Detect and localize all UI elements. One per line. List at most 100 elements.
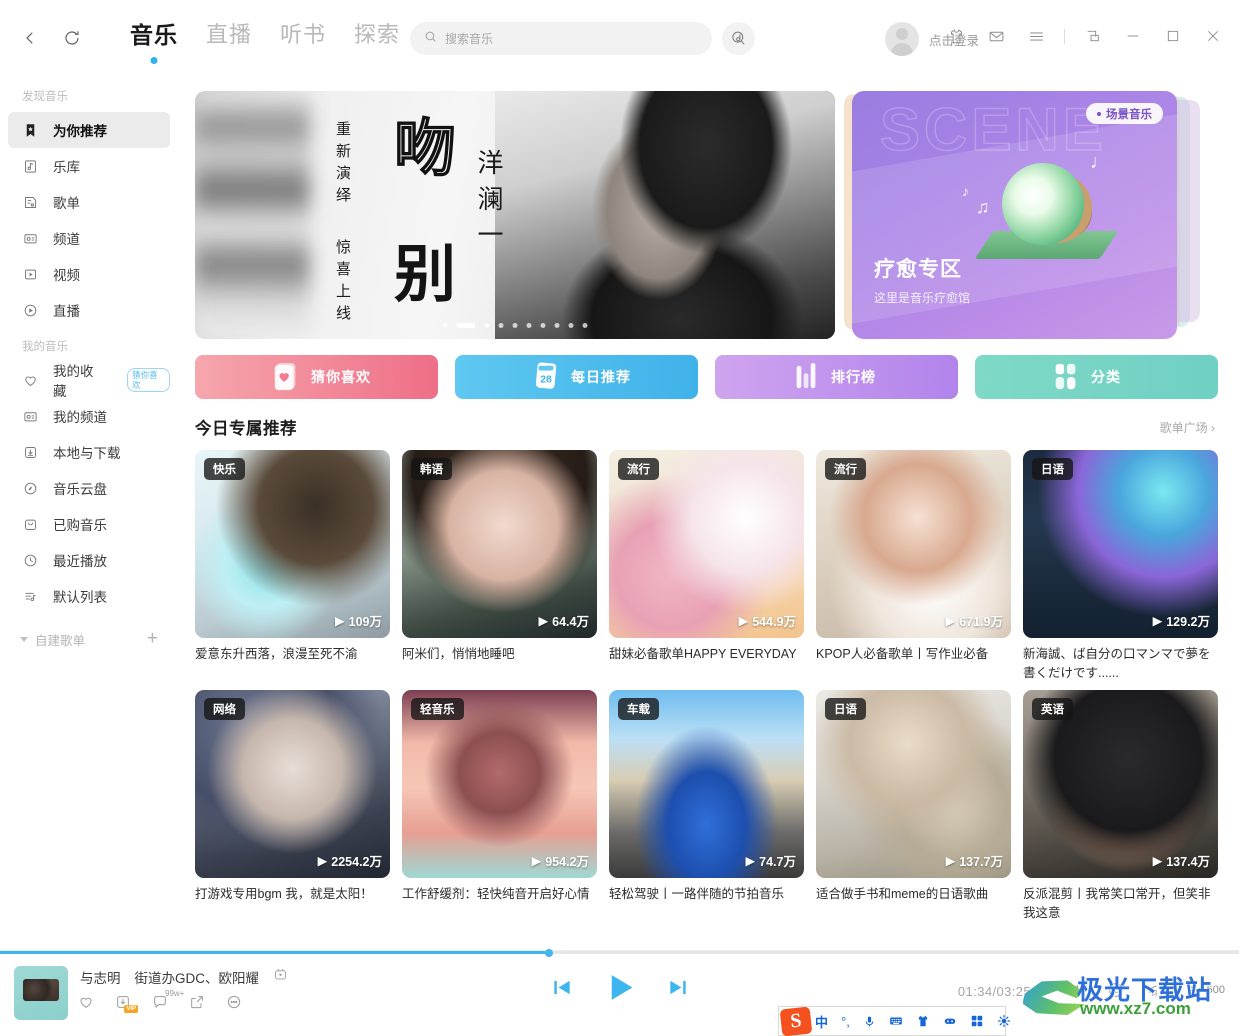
quick-action-categories[interactable]: 分类 xyxy=(975,355,1218,399)
sidebar-item-purchased[interactable]: 已购音乐 xyxy=(8,506,170,542)
sogou-logo-icon[interactable]: S xyxy=(779,1006,813,1036)
playlist-card[interactable]: 网络 ▶ 2254.2万 打游戏专用bgm 我，就是太阳！ xyxy=(195,690,390,923)
playlist-cover[interactable]: 日语 ▶ 137.7万 xyxy=(816,690,1011,878)
menu-icon[interactable] xyxy=(1024,24,1048,48)
now-playing-cover[interactable] xyxy=(14,966,68,1020)
banner-subtitle-1: 重新演绎 xyxy=(334,121,350,209)
banner-dot[interactable] xyxy=(568,323,574,328)
plus-icon[interactable]: + xyxy=(147,629,158,648)
banner-dot[interactable] xyxy=(512,323,518,328)
lyrics-icon[interactable]: 词 xyxy=(1147,981,1165,999)
search-input[interactable]: 搜索音乐 xyxy=(410,22,712,55)
mv-icon[interactable] xyxy=(273,967,288,987)
ime-punctuation[interactable]: °, xyxy=(841,1014,850,1029)
voice-search-icon[interactable] xyxy=(722,22,755,55)
comment-button[interactable]: 99w+ xyxy=(152,989,184,1010)
banner-dot[interactable] xyxy=(526,323,532,328)
hero-banner[interactable]: 重新演绎 惊喜上线 吻 别 洋澜一 xyxy=(195,91,835,339)
playlist-card[interactable]: 韩语 ▶ 64.4万 阿米们，悄悄地睡吧 xyxy=(402,450,597,683)
progress-bar[interactable] xyxy=(0,949,1239,957)
avatar[interactable] xyxy=(885,22,919,56)
playlist-cover[interactable]: 车载 ▶ 74.7万 xyxy=(609,690,804,878)
quick-action-daily-recommend[interactable]: 28 每日推荐 xyxy=(455,355,698,399)
next-icon[interactable] xyxy=(666,976,689,999)
maximize-icon[interactable] xyxy=(1161,24,1185,48)
banner-dot[interactable] xyxy=(582,323,588,328)
tab-explore[interactable]: 探索 xyxy=(354,20,400,50)
favorite-button[interactable] xyxy=(78,994,94,1010)
playlist-plaza-link[interactable]: 歌单广场 › xyxy=(1160,419,1215,436)
playlist-cover[interactable]: 轻音乐 ▶ 954.2万 xyxy=(402,690,597,878)
banner-dot[interactable] xyxy=(498,323,504,328)
mail-icon[interactable] xyxy=(984,24,1008,48)
playlist-card[interactable]: 英语 ▶ 137.4万 反派混剪丨我常笑口常开，但笑非我这意 xyxy=(1023,690,1218,923)
previous-icon[interactable] xyxy=(550,976,573,999)
loop-one-icon[interactable]: 1 xyxy=(1107,981,1125,999)
ime-mode-chinese[interactable]: 中 xyxy=(815,1012,828,1031)
keyboard-icon[interactable] xyxy=(889,1014,903,1028)
shirt-icon[interactable] xyxy=(944,24,968,48)
share-button[interactable] xyxy=(189,994,205,1010)
playlist-card[interactable]: 车载 ▶ 74.7万 轻松驾驶丨一路伴随的节拍音乐 xyxy=(609,690,804,923)
playback-controls xyxy=(550,971,689,1004)
playlist-cover[interactable]: 流行 ▶ 671.9万 xyxy=(816,450,1011,638)
playlist-cover[interactable]: 韩语 ▶ 64.4万 xyxy=(402,450,597,638)
playlist-cover[interactable]: 快乐 ▶ 109万 xyxy=(195,450,390,638)
sidebar-item-channel[interactable]: 频道 xyxy=(8,220,170,256)
sidebar-item-favorites[interactable]: 我的收藏 猜你喜欢 xyxy=(8,362,170,399)
download-vip-button[interactable]: VIP xyxy=(115,994,138,1013)
sidebar-item-for-you[interactable]: 为你推荐 xyxy=(8,112,170,148)
sidebar-item-library[interactable]: 乐库 xyxy=(8,148,170,184)
sidebar-item-my-channel[interactable]: 我的频道 xyxy=(8,398,170,434)
settings-icon[interactable] xyxy=(997,1014,1011,1028)
volume-icon[interactable] xyxy=(1068,982,1085,999)
tab-audiobook[interactable]: 听书 xyxy=(280,20,326,50)
playlist-card[interactable]: 流行 ▶ 671.9万 KPOP人必备歌单丨写作业必备 xyxy=(816,450,1011,683)
playlist-cover[interactable]: 日语 ▶ 129.2万 xyxy=(1023,450,1218,638)
quick-action-ranking[interactable]: 排行榜 xyxy=(715,355,958,399)
banner-pagination[interactable] xyxy=(442,323,588,328)
banner-dot[interactable] xyxy=(484,323,490,328)
more-button[interactable] xyxy=(226,994,242,1010)
mini-window-icon[interactable] xyxy=(1081,24,1105,48)
playlist-card[interactable]: 轻音乐 ▶ 954.2万 工作舒缓剂：轻快纯音开启好心情 xyxy=(402,690,597,923)
sidebar-item-cloud[interactable]: 音乐云盘 xyxy=(8,470,170,506)
tab-music[interactable]: 音乐 xyxy=(130,20,178,64)
chevron-left-icon[interactable] xyxy=(18,26,42,50)
sidebar-item-channel-label: 频道 xyxy=(53,232,80,247)
sidebar-item-live[interactable]: 直播 xyxy=(8,292,170,328)
progress-handle[interactable] xyxy=(545,949,554,957)
banner-dot[interactable] xyxy=(540,323,546,328)
banner-dot[interactable] xyxy=(442,323,448,328)
banner-dot[interactable] xyxy=(554,323,560,328)
banner-title-char-2: 别 xyxy=(384,241,452,303)
quick-action-guess-you-like[interactable]: 猜你喜欢 xyxy=(195,355,438,399)
custom-playlists-header[interactable]: 自建歌单 + xyxy=(0,622,178,656)
playlist-cover[interactable]: 流行 ▶ 544.9万 xyxy=(609,450,804,638)
banner-dot-active[interactable] xyxy=(456,323,476,328)
minimize-icon[interactable] xyxy=(1121,24,1145,48)
sidebar-item-local-downloads[interactable]: 本地与下载 xyxy=(8,434,170,470)
refresh-icon[interactable] xyxy=(60,26,84,50)
close-icon[interactable] xyxy=(1201,24,1225,48)
playlist-card[interactable]: 日语 ▶ 137.7万 适合做手书和meme的日语歌曲 xyxy=(816,690,1011,923)
apps-icon[interactable] xyxy=(970,1014,984,1028)
playlist-card[interactable]: 日语 ▶ 129.2万 新海誠、ば自分の口マンマで夢を書くだけです...... xyxy=(1023,450,1218,683)
mic-icon[interactable] xyxy=(863,1015,876,1028)
sidebar-item-default-list[interactable]: 默认列表 xyxy=(8,578,170,614)
scene-banner[interactable]: SCENE 场景音乐 ♩ ♪ ♫ 疗愈专区 这里是音乐疗愈馆 xyxy=(852,91,1177,339)
playlist-card[interactable]: 快乐 ▶ 109万 爱意东升西落，浪漫至死不渝 xyxy=(195,450,390,683)
sidebar-item-video[interactable]: 视频 xyxy=(8,256,170,292)
top-bar: 音乐 直播 听书 探索 搜索音乐 点击登录 xyxy=(0,0,1239,78)
sidebar-item-recent[interactable]: 最近播放 xyxy=(8,542,170,578)
play-icon[interactable] xyxy=(603,971,636,1004)
robot-icon[interactable] xyxy=(943,1014,957,1028)
queue-icon[interactable]: 500 xyxy=(1187,982,1225,999)
playlist-card[interactable]: 流行 ▶ 544.9万 甜妹必备歌单HAPPY EVERYDAY xyxy=(609,450,804,683)
playlist-cover[interactable]: 网络 ▶ 2254.2万 xyxy=(195,690,390,878)
playlist-cover[interactable]: 英语 ▶ 137.4万 xyxy=(1023,690,1218,878)
player-right-controls: 1 词 500 xyxy=(1068,981,1225,999)
tab-live[interactable]: 直播 xyxy=(206,20,252,50)
shirt-icon[interactable] xyxy=(916,1014,930,1028)
sidebar-item-playlist[interactable]: 歌单 xyxy=(8,184,170,220)
